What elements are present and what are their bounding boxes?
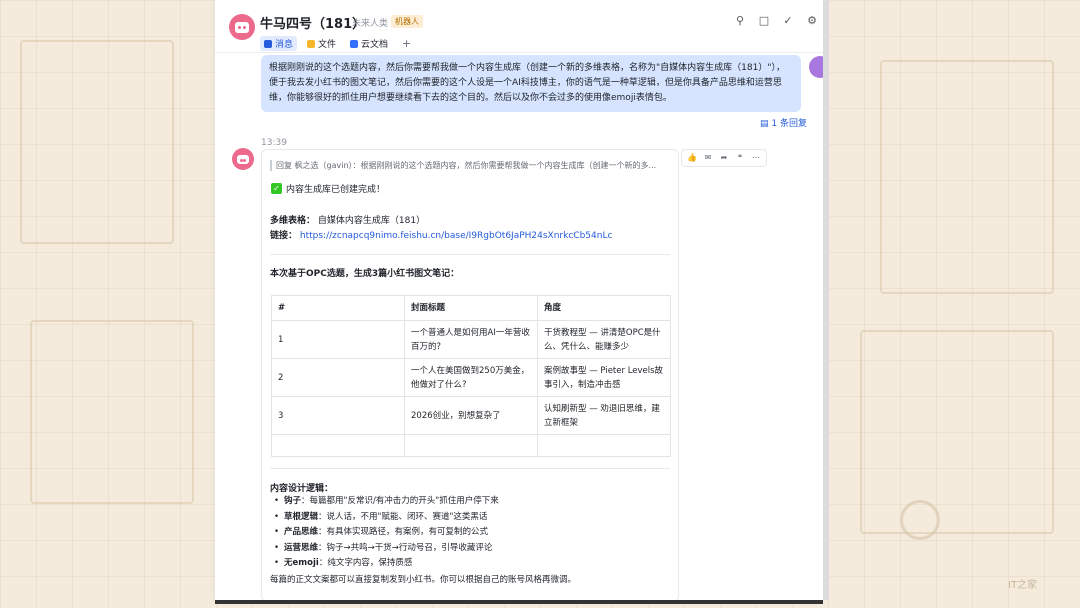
bot-message-card: 回复 枫之选（gavin）：根据刚刚说的这个选题内容，然后你需要帮我做一个内容生…: [261, 149, 679, 600]
background-decoration: [30, 320, 194, 504]
logic-key: 产品思维: [284, 527, 319, 537]
tab-files[interactable]: 文件: [303, 36, 340, 51]
background-decoration: [20, 40, 174, 244]
divider: [270, 468, 670, 469]
user-avatar[interactable]: [809, 56, 823, 78]
reply-icon: ▤: [760, 119, 769, 129]
chat-title: 牛马四号（181）: [260, 17, 366, 32]
robot-icon: [235, 21, 249, 33]
bot-badge: 机器人: [391, 15, 423, 28]
bot-avatar[interactable]: [229, 14, 255, 40]
table-row: [271, 434, 671, 457]
tab-docs[interactable]: 云文档: [346, 36, 392, 51]
logic-key: 草根逻辑: [284, 511, 319, 522]
table-cell: 2: [271, 358, 405, 397]
quote-icon[interactable]: ❝: [733, 152, 747, 164]
background-decoration: [880, 60, 1054, 294]
base-link[interactable]: https://zcnapcq9nimo.feishu.cn/base/I9Rg…: [300, 231, 613, 241]
table-header-cell: #: [271, 295, 405, 321]
footnote: 每篇的正文文案都可以直接复制发到小红书。你可以根据自己的账号风格再微调。: [270, 575, 577, 585]
header-toolbar: ⚲ □ ✓ ⚙: [733, 14, 819, 28]
table-cell: 案例故事型 — Pieter Levels故事引入，制造冲击感: [537, 358, 671, 397]
table-cell: 2026创业，别想复杂了: [404, 396, 538, 435]
thumbs-up-icon[interactable]: 👍: [685, 152, 699, 164]
folder-icon: [307, 39, 316, 48]
table-name-line: 多维表格： 自媒体内容生成库（181）: [270, 213, 425, 226]
logic-text: ：有具体实现路径，有案例，有可复制的公式: [318, 527, 489, 537]
tab-label: 云文档: [361, 40, 389, 50]
logic-list: 钩子：每篇都用"反常识/有冲击力的开头"抓住用户停下来 草根逻辑：说人话，不用"…: [270, 494, 499, 572]
chat-icon: [264, 39, 272, 48]
forward-icon[interactable]: ➦: [717, 152, 731, 164]
table-cell: [404, 434, 538, 457]
bottom-bar: [215, 600, 823, 604]
comment-icon[interactable]: ✉: [701, 152, 715, 164]
chat-header: 牛马四号（181） 未来人类 机器人 ⚲ □ ✓ ⚙ 消息 文件 云文档 +: [215, 0, 823, 53]
logic-text: ：说人话，不用"赋能、闭环、赛道"这类黑话: [318, 511, 488, 522]
table-header-cell: 角度: [537, 295, 671, 321]
doc-icon: [350, 39, 359, 48]
tab-messages[interactable]: 消息: [260, 36, 298, 51]
chat-tabs: 消息 文件 云文档 +: [260, 36, 415, 51]
chat-window: 牛马四号（181） 未来人类 机器人 ⚲ □ ✓ ⚙ 消息 文件 云文档 + 根…: [215, 0, 823, 600]
completion-line: ✓ 内容生成库已创建完成！: [271, 182, 385, 195]
table-cell: 一个普通人是如何用AI一年营收百万的?: [404, 320, 538, 359]
table-header-cell: 封面标题: [404, 295, 538, 321]
reply-count-label: 1 条回复: [771, 119, 807, 129]
list-item: 运营思维：钩子→共鸣→干货→行动号召，引导收藏评论: [270, 541, 499, 557]
tab-label: 文件: [318, 40, 337, 50]
table-row: 1 一个普通人是如何用AI一年营收百万的? 干货教程型 — 讲清楚OPC是什么、…: [271, 320, 671, 359]
link-line: 链接： https://zcnapcq9nimo.feishu.cn/base/…: [270, 228, 612, 241]
table-name-value: 自媒体内容生成库（181）: [317, 216, 426, 226]
reply-quote: 回复 枫之选（gavin）：根据刚刚说的这个选题内容，然后你需要帮我做一个内容生…: [270, 160, 672, 171]
completion-text: 内容生成库已创建完成！: [286, 185, 386, 195]
user-message-bubble: 根据刚刚说的这个选题内容，然后你需要帮我做一个内容生成库（创建一个新的多维表格，…: [261, 55, 801, 112]
chat-org: 未来人类: [352, 19, 389, 29]
logic-title: 内容设计逻辑：: [270, 484, 334, 494]
table-cell: 认知刷新型 — 劝退旧思维，建立新框架: [537, 396, 671, 435]
table-cell: 干货教程型 — 讲清楚OPC是什么、凭什么、能赚多少: [537, 320, 671, 359]
robot-icon: [237, 154, 249, 164]
check-icon[interactable]: ✓: [781, 14, 795, 28]
logic-key: 无emoji: [284, 558, 319, 568]
notes-table: # 封面标题 角度 1 一个普通人是如何用AI一年营收百万的? 干货教程型 — …: [271, 295, 671, 457]
link-label: 链接：: [270, 231, 298, 241]
window-edge: [823, 0, 829, 600]
section-title: 本次基于OPC选题，生成3篇小红书图文笔记：: [270, 269, 460, 279]
table-row: 3 2026创业，别想复杂了 认知刷新型 — 劝退旧思维，建立新框架: [271, 396, 671, 435]
message-timestamp: 13:39: [261, 138, 287, 148]
table-row: 2 一个人在美国做到250万美金，他做对了什么? 案例故事型 — Pieter …: [271, 358, 671, 397]
table-cell: [537, 434, 671, 457]
divider: [270, 254, 670, 255]
search-icon[interactable]: ⚲: [733, 14, 747, 28]
tab-label: 消息: [275, 40, 294, 50]
watermark: IT之家: [1008, 580, 1038, 591]
list-item: 钩子：每篇都用"反常识/有冲击力的开头"抓住用户停下来: [270, 494, 499, 510]
background-decoration: [900, 500, 940, 540]
logic-text: ：纯文字内容，保持质感: [318, 558, 413, 568]
table-cell: 1: [271, 320, 405, 359]
add-tab-button[interactable]: +: [398, 36, 415, 51]
table-cell: 3: [271, 396, 405, 435]
more-icon[interactable]: ⋯: [749, 152, 763, 164]
new-chat-icon[interactable]: □: [757, 14, 771, 28]
list-item: 草根逻辑：说人话，不用"赋能、闭环、赛道"这类黑话: [270, 510, 499, 526]
logic-key: 运营思维: [284, 542, 319, 553]
logic-key: 钩子: [284, 496, 302, 506]
list-item: 产品思维：有具体实现路径，有案例，有可复制的公式: [270, 525, 499, 541]
settings-icon[interactable]: ⚙: [805, 14, 819, 28]
table-cell: 一个人在美国做到250万美金，他做对了什么?: [404, 358, 538, 397]
table-cell: [271, 434, 405, 457]
logic-text: ：每篇都用"反常识/有冲击力的开头"抓住用户停下来: [301, 496, 499, 506]
logic-text: ：钩子→共鸣→干货→行动号召，引导收藏评论: [318, 542, 493, 553]
message-actions: 👍 ✉ ➦ ❝ ⋯: [681, 149, 767, 167]
table-header-row: # 封面标题 角度: [271, 295, 671, 321]
reply-count-link[interactable]: ▤ 1 条回复: [760, 116, 807, 129]
bot-avatar[interactable]: [232, 148, 254, 170]
table-name-label: 多维表格：: [270, 216, 316, 226]
background-decoration: [860, 330, 1054, 534]
check-icon: ✓: [271, 183, 282, 194]
list-item: 无emoji：纯文字内容，保持质感: [270, 556, 499, 572]
